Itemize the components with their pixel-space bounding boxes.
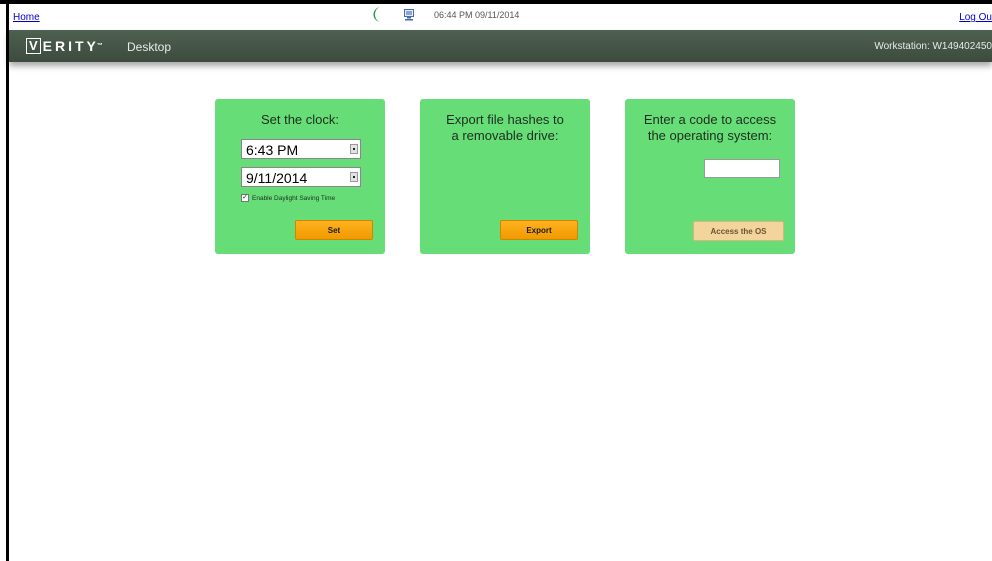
export-button[interactable]: Export bbox=[500, 220, 578, 240]
dst-option[interactable]: ✓ Enable Daylight Saving Time bbox=[241, 194, 335, 202]
access-code-input[interactable] bbox=[704, 159, 780, 178]
current-datetime: 06:44 PM 09/11/2014 bbox=[434, 9, 520, 20]
moon-icon bbox=[373, 7, 381, 22]
window-border-left bbox=[6, 4, 9, 561]
access-title: Enter a code to access the operating sys… bbox=[625, 112, 795, 144]
access-os-card: Enter a code to access the operating sys… bbox=[625, 99, 795, 254]
set-clock-title: Set the clock: bbox=[260, 112, 340, 127]
date-dropdown-button[interactable] bbox=[350, 172, 358, 182]
date-value: 9/11/2014 bbox=[246, 170, 308, 186]
logo-letter: V bbox=[26, 38, 41, 54]
app-name: Desktop bbox=[127, 40, 172, 54]
set-clock-card: Set the clock: 6:43 PM 9/11/2014 ✓ Enabl… bbox=[215, 99, 385, 254]
date-picker[interactable]: 9/11/2014 bbox=[241, 167, 361, 187]
access-os-button[interactable]: Access the OS bbox=[693, 221, 784, 241]
logo-trademark: ™ bbox=[96, 43, 103, 49]
time-dropdown-button[interactable] bbox=[350, 144, 358, 154]
brand-bar: V ERITY ™ Desktop Workstation: W14940245… bbox=[9, 30, 992, 62]
export-title-line1: Export file hashes to bbox=[446, 112, 564, 127]
access-title-line2: the operating system: bbox=[647, 128, 773, 143]
time-value: 6:43 PM bbox=[246, 142, 299, 158]
export-card: Export file hashes to a removable drive:… bbox=[420, 99, 590, 254]
verity-logo: V ERITY ™ bbox=[26, 38, 103, 54]
dst-label: Enable Daylight Saving Time bbox=[252, 194, 336, 202]
logo-wordmark: ERITY bbox=[42, 38, 99, 54]
status-area: 06:44 PM 09/11/2014 bbox=[373, 7, 519, 22]
home-link[interactable]: Home bbox=[13, 12, 40, 23]
time-picker[interactable]: 6:43 PM bbox=[241, 139, 361, 159]
export-title: Export file hashes to a removable drive: bbox=[420, 112, 590, 144]
top-bar: Home 06:44 PM 09/11/2014 Log Ou bbox=[9, 4, 992, 30]
access-title-line1: Enter a code to access bbox=[643, 112, 777, 127]
monitor-icon bbox=[404, 8, 414, 20]
export-title-line2: a removable drive: bbox=[451, 128, 559, 143]
dst-checkbox[interactable]: ✓ bbox=[241, 194, 249, 202]
workstation-id: Workstation: W149402450 bbox=[874, 41, 992, 52]
set-button[interactable]: Set bbox=[295, 220, 373, 240]
logout-link[interactable]: Log Ou bbox=[959, 12, 992, 23]
